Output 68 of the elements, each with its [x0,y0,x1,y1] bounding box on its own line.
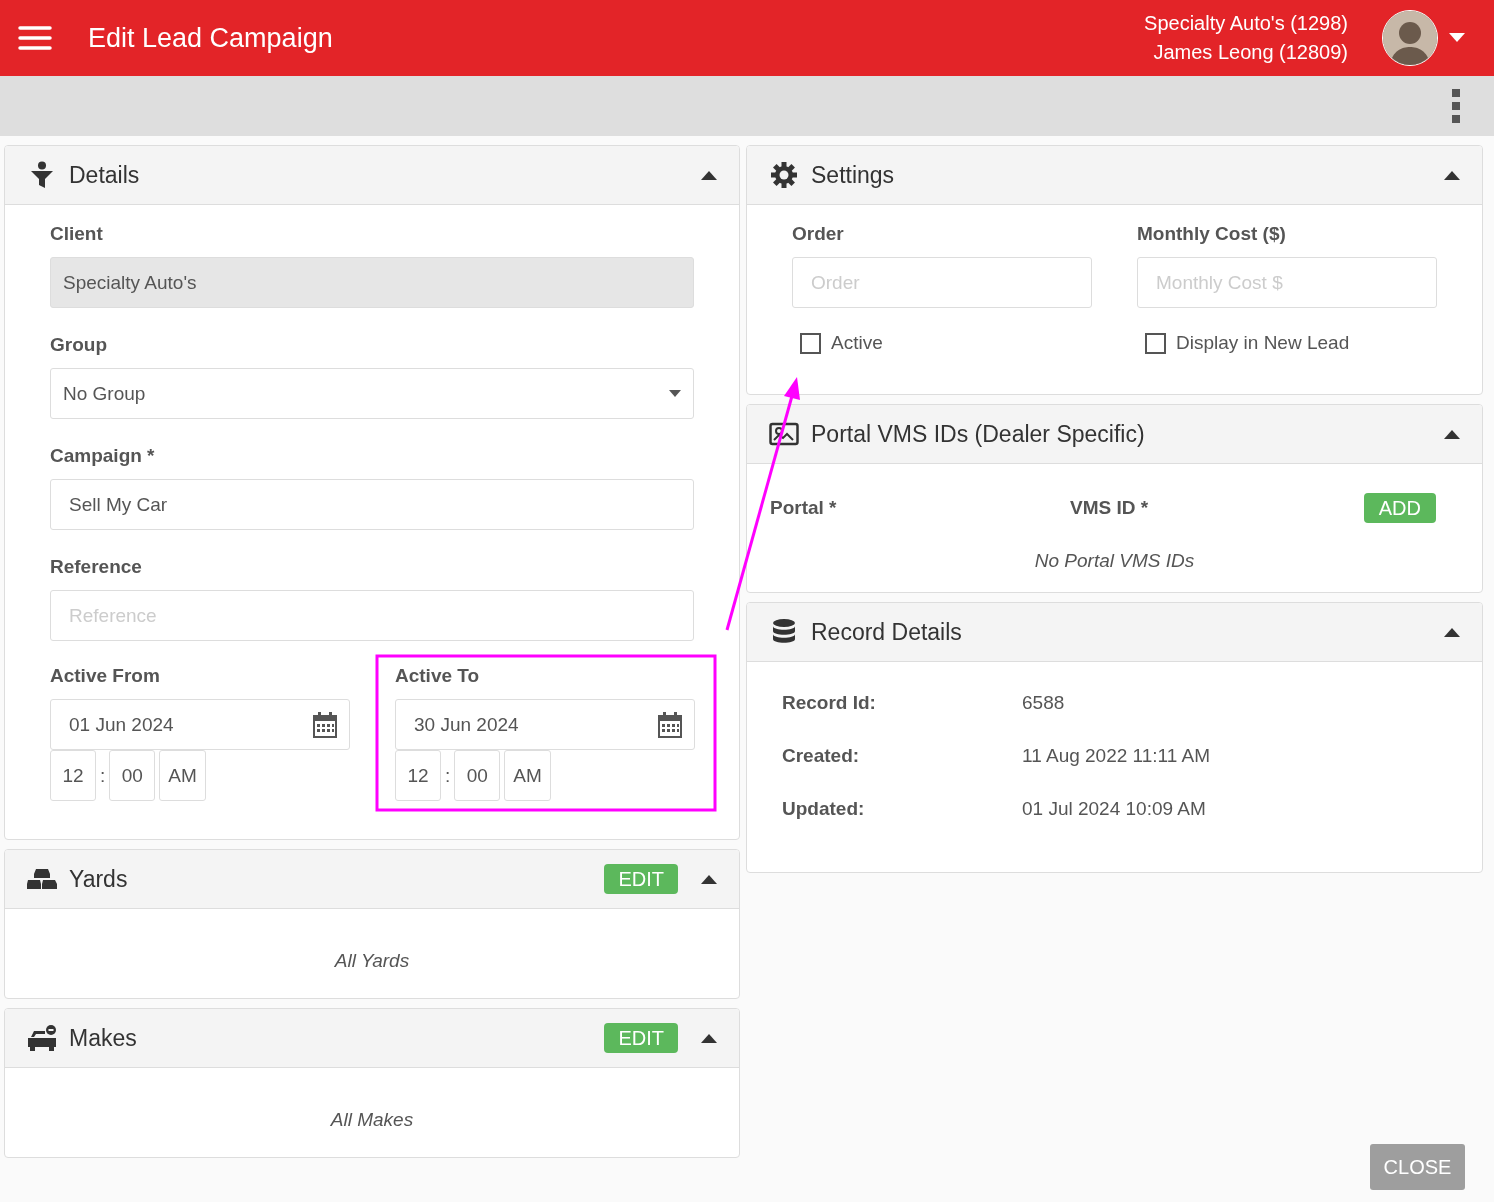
panel-header[interactable]: Record Details [747,603,1482,662]
menu-icon[interactable] [18,25,52,51]
page-title: Edit Lead Campaign [88,22,334,54]
avatar[interactable] [1382,10,1438,66]
dropdown[interactable]: No Group [50,368,694,419]
checkbox-label: Active [831,332,883,354]
field-label: Active From [50,665,161,687]
record-value: 01 Jul 2024 10:09 AM [1022,798,1207,820]
hour-field[interactable]: 12 [50,750,96,801]
record-label: Record Id: [782,692,877,714]
account-info: James Leong (12809) [1153,41,1348,64]
panel-header[interactable]: Settings [747,146,1482,205]
date-field[interactable]: 30 Jun 2024 [395,699,695,750]
panel-header[interactable]: Details [5,146,739,205]
more-options-icon[interactable] [1452,89,1460,123]
column-header: VMS ID * [1070,497,1150,519]
hour-field[interactable]: 12 [395,750,441,801]
panel-title: Settings [811,161,896,189]
date-field[interactable]: 01 Jun 2024 [50,699,350,750]
checkbox[interactable] [1145,332,1166,354]
dropdown-caret-icon [669,390,681,397]
input-field[interactable]: Sell My Car [50,479,694,530]
input-field[interactable]: Specialty Auto's [50,257,694,308]
account-info: Specialty Auto's (1298) [1144,12,1348,35]
id-card-icon [769,422,799,446]
collapse-caret-icon[interactable] [1443,170,1461,180]
minute-field[interactable]: 00 [109,750,156,801]
field-label: Active To [395,665,481,687]
car-icon [27,1025,57,1051]
empty-message: All Yards [333,949,411,973]
checkbox-label: Display in New Lead [1176,332,1350,354]
checkbox[interactable] [800,332,821,354]
panel-title: Details [69,161,141,189]
caret-down-icon[interactable] [1448,33,1466,43]
collapse-caret-icon[interactable] [700,874,718,884]
period-field[interactable]: AM [159,750,206,801]
empty-message: No Portal VMS IDs [1033,550,1196,572]
time-separator: : [100,764,106,787]
record-value: 6588 [1022,692,1066,714]
column-header: Portal * [770,497,838,519]
panel-title: Record Details [811,618,963,646]
record-label: Created: [782,745,861,767]
panel-header[interactable]: Yards EDIT [5,850,739,909]
gear-icon [770,161,798,189]
record-value: 11 Aug 2022 11:11 AM [1022,745,1212,767]
field-label: Campaign * [50,445,156,467]
panel-header[interactable]: Portal VMS IDs (Dealer Specific) [747,405,1482,464]
panel-title: Makes [69,1024,138,1052]
panel-header[interactable]: Makes EDIT [5,1009,739,1068]
record-label: Updated: [782,798,866,820]
panel-title: Portal VMS IDs (Dealer Specific) [811,420,1146,448]
period-field[interactable]: AM [504,750,551,801]
collapse-caret-icon[interactable] [700,170,718,180]
database-icon [772,618,796,646]
field-label: Order [792,223,845,245]
empty-message: All Makes [329,1108,415,1132]
collapse-caret-icon[interactable] [700,1033,718,1043]
field-label: Monthly Cost ($) [1137,223,1287,245]
time-separator: : [445,764,451,787]
collapse-caret-icon[interactable] [1443,627,1461,637]
field-label: Reference [50,556,143,578]
panel-title: Yards [69,865,129,893]
field-label: Group [50,334,108,356]
collapse-caret-icon[interactable] [1443,429,1461,439]
calendar-icon[interactable] [658,711,682,738]
minute-field[interactable]: 00 [454,750,501,801]
calendar-icon[interactable] [313,711,337,738]
field-label: Client [50,223,104,245]
